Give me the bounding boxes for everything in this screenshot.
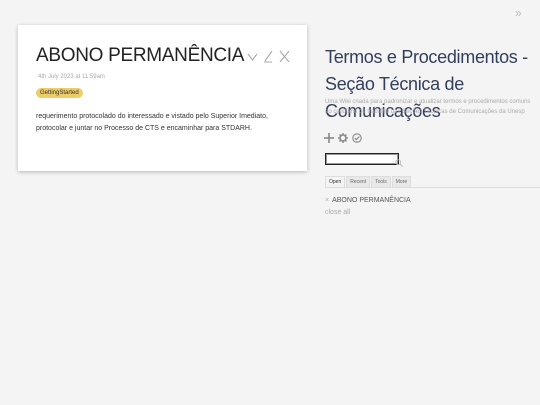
plus-icon[interactable]	[324, 130, 334, 143]
sidebar-toggle-icon[interactable]: »	[515, 6, 522, 20]
open-tiddler-link[interactable]: ABONO PERMANÊNCIA	[332, 197, 411, 204]
tiddler-controls	[247, 49, 290, 63]
open-tiddler-item[interactable]: × ABONO PERMANÊNCIA	[325, 197, 411, 204]
page-controls	[324, 130, 362, 143]
close-all-link[interactable]: close all	[325, 209, 350, 216]
tab-tools[interactable]: Tools	[371, 176, 391, 187]
tiddler-modified-date: 4th July 2023 at 11:59am	[38, 74, 105, 80]
gear-icon[interactable]	[338, 130, 348, 143]
close-icon[interactable]	[279, 49, 290, 63]
search-icon[interactable]	[395, 154, 403, 167]
tiddler-title: ABONO PERMANÊNCIA	[36, 45, 245, 66]
tab-more[interactable]: More	[391, 176, 412, 187]
search-input[interactable]	[325, 153, 399, 165]
tag-pill[interactable]: GettingStarted	[36, 88, 83, 98]
close-icon[interactable]: ×	[325, 197, 329, 204]
site-subtitle: Uma Wiki criada para padronizar e atuali…	[325, 99, 531, 115]
tab-open[interactable]: Open	[325, 176, 346, 187]
edit-icon[interactable]	[263, 49, 274, 63]
tiddler-card: ABONO PERMANÊNCIA 4th July 2023 at 11:59…	[18, 25, 307, 171]
tiddler-body: requerimento protocolado do interessado …	[36, 113, 268, 132]
chevron-down-icon[interactable]	[247, 49, 258, 63]
sidebar-tabs: Open Recent Tools More	[325, 176, 540, 188]
check-circle-icon[interactable]	[352, 130, 362, 143]
tab-recent[interactable]: Recent	[346, 176, 371, 187]
